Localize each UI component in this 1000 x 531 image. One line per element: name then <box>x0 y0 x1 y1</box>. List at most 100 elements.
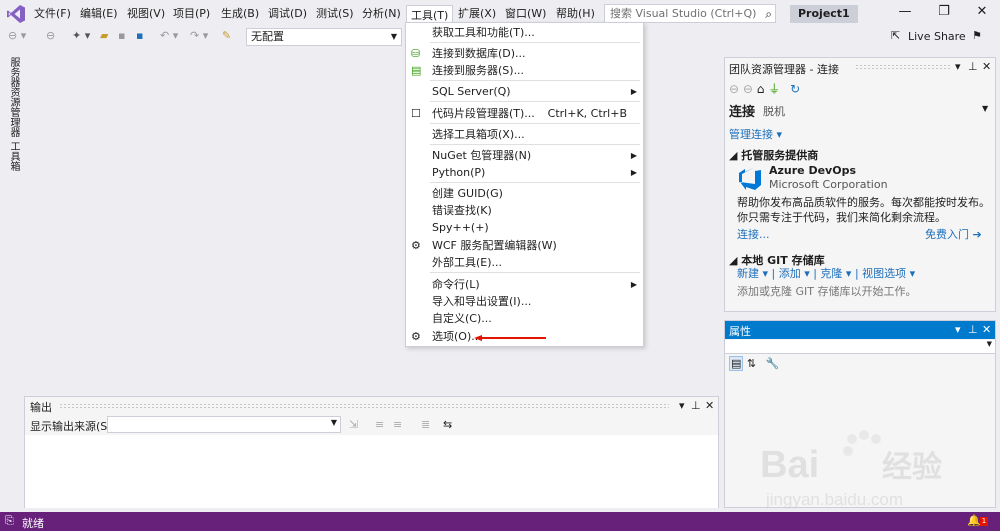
prev-message-icon[interactable]: ≡ <box>375 418 384 431</box>
forward-icon[interactable]: ⊖ <box>46 29 55 42</box>
status-bar: ⎘ 就绪 🔔 1 <box>0 512 1000 531</box>
nav-forward-icon[interactable]: ⊖ <box>743 82 753 96</box>
tools-menu-item-connect-server[interactable]: ▤ 连接到服务器(S)... <box>406 62 643 79</box>
menu-edit[interactable]: 编辑(E) <box>80 6 118 22</box>
menu-item-label: NuGet 包管理器(N) <box>432 149 532 162</box>
save-icon[interactable]: ▪ <box>118 29 125 42</box>
panel-menu-icon[interactable]: ▾ <box>679 399 685 412</box>
nav-back-icon[interactable]: ⊖ <box>729 82 739 96</box>
new-project-icon[interactable]: ✦ ▾ <box>72 29 90 42</box>
baidu-watermark-logo: Bai 经验 jingyan.baidu.com <box>760 430 942 509</box>
word-wrap-icon[interactable]: ⇆ <box>443 418 452 431</box>
server-explorer-tab[interactable]: 服务器资源管理器 <box>6 57 21 137</box>
panel-close-icon[interactable]: ✕ <box>982 323 991 336</box>
tools-menu-item-connect-database[interactable]: ⛁ 连接到数据库(D)... <box>406 45 643 62</box>
close-icon[interactable]: ✕ <box>972 4 992 19</box>
configuration-value: 无配置 <box>251 30 284 43</box>
menu-analyze[interactable]: 分析(N) <box>362 6 401 22</box>
panel-menu-icon[interactable]: ▾ <box>955 323 961 336</box>
next-message-icon[interactable]: ≡ <box>393 418 402 431</box>
save-all-icon[interactable]: ▪ <box>136 29 143 42</box>
tools-menu-item-error-lookup[interactable]: 错误查找(K) <box>406 202 643 219</box>
tools-menu-item-choose-toolbox[interactable]: 选择工具箱项(X)... <box>406 126 643 143</box>
team-explorer-panel: 团队资源管理器 - 连接 ▾ ⊥ ✕ ⊖ ⊖ ⌂ ⏚ ↻ 连接 脱机 ▼ 管理连… <box>724 57 996 312</box>
panel-close-icon[interactable]: ✕ <box>705 399 714 412</box>
tools-menu-item-customize[interactable]: 自定义(C)... <box>406 310 643 327</box>
search-icon[interactable]: ⌕ <box>765 6 772 23</box>
redo-icon[interactable]: ↷ ▾ <box>190 29 208 42</box>
refresh-icon[interactable]: ↻ <box>790 82 800 96</box>
live-share-button[interactable]: Live Share <box>908 30 966 43</box>
checkbox-icon: ☐ <box>411 107 421 120</box>
output-source-dropdown[interactable]: ▼ <box>107 416 341 433</box>
chevron-down-icon[interactable]: ▼ <box>982 104 988 113</box>
share-icon[interactable]: ⇱ <box>891 29 900 42</box>
menu-file[interactable]: 文件(F) <box>34 6 71 22</box>
menu-extensions[interactable]: 扩展(X) <box>458 6 496 22</box>
menu-item-label: 命令行(L) <box>432 278 480 291</box>
pin-icon[interactable]: ⊥ <box>691 399 701 412</box>
pin-icon[interactable]: ⊥ <box>968 323 978 336</box>
home-icon[interactable]: ⌂ <box>757 82 765 96</box>
restore-icon[interactable]: ❐ <box>934 4 954 19</box>
azure-devops-description: 帮助你发布高品质软件的服务。每次都能按时发布。你只需专注于代码，我们来简化剩余流… <box>737 196 990 224</box>
menu-item-label: 创建 GUID(G) <box>432 187 503 200</box>
find-message-icon[interactable]: ⇲ <box>349 418 358 431</box>
tools-menu-dropdown: 获取工具和功能(T)... ⛁ 连接到数据库(D)... ▤ 连接到服务器(S)..… <box>405 22 644 347</box>
menu-item-label: 代码片段管理器(T)... <box>432 107 535 120</box>
open-file-icon[interactable]: ▰ <box>100 29 108 42</box>
panel-grip[interactable] <box>59 403 669 409</box>
tools-menu-item-command-line[interactable]: 命令行(L) ▶ <box>406 276 643 293</box>
menu-test[interactable]: 测试(S) <box>316 6 354 22</box>
toolbox-tab[interactable]: 工具箱 <box>6 141 21 171</box>
tools-menu-item-import-export[interactable]: 导入和导出设置(I)... <box>406 293 643 310</box>
categorized-icon[interactable]: ▤ <box>729 356 744 371</box>
get-started-free-link[interactable]: 免费入门 ➔ <box>925 226 982 242</box>
tools-menu-item-sql-server[interactable]: SQL Server(Q) ▶ <box>406 83 643 100</box>
back-icon[interactable]: ⊖ ▾ <box>8 29 26 42</box>
tools-menu-item-snippets-manager[interactable]: ☐ 代码片段管理器(T)... Ctrl+K, Ctrl+B <box>406 105 643 122</box>
tools-menu-item-external-tools[interactable]: 外部工具(E)... <box>406 254 643 271</box>
find-icon[interactable]: ✎ <box>222 29 231 42</box>
minimize-icon[interactable]: — <box>895 4 915 19</box>
manage-connections-link[interactable]: 管理连接 ▾ <box>729 126 782 142</box>
panel-menu-icon[interactable]: ▾ <box>955 60 961 73</box>
tools-menu-item-python[interactable]: Python(P) ▶ <box>406 164 643 181</box>
undo-icon[interactable]: ↶ ▾ <box>160 29 178 42</box>
plug-icon[interactable]: ⏚ <box>768 82 780 96</box>
azure-devops-name: Azure DevOps <box>769 164 856 177</box>
panel-close-icon[interactable]: ✕ <box>982 60 991 73</box>
submenu-arrow-icon: ▶ <box>630 168 637 177</box>
hosted-services-heading[interactable]: ◢ 托管服务提供商 <box>729 147 818 163</box>
git-actions-links[interactable]: 新建 ▾ | 添加 ▾ | 克隆 ▾ | 视图选项 ▾ <box>737 265 915 281</box>
property-pages-icon[interactable]: 🔧 <box>766 357 780 370</box>
database-icon: ⛁ <box>411 47 421 60</box>
properties-object-dropdown[interactable]: ▼ <box>725 340 995 354</box>
menu-window[interactable]: 窗口(W) <box>505 6 546 22</box>
tools-menu-item-wcf-editor[interactable]: ⚙ WCF 服务配置编辑器(W) <box>406 237 643 254</box>
clear-all-icon[interactable]: ≣ <box>421 418 430 431</box>
menu-build[interactable]: 生成(B) <box>221 6 259 22</box>
panel-grip[interactable] <box>855 64 951 70</box>
menu-project[interactable]: 项目(P) <box>173 6 210 22</box>
azure-connect-link[interactable]: 连接... <box>737 226 770 242</box>
notification-bell-icon[interactable]: 🔔 <box>967 514 981 527</box>
visual-studio-logo-icon[interactable] <box>6 4 26 24</box>
submenu-arrow-icon: ▶ <box>630 87 637 96</box>
menu-item-label: 自定义(C)... <box>432 312 492 325</box>
alphabetical-icon[interactable]: ⇅ <box>747 357 756 370</box>
configuration-dropdown[interactable]: 无配置 ▼ <box>246 28 402 46</box>
feedback-icon[interactable]: ⚑ <box>972 29 982 42</box>
menu-view[interactable]: 视图(V) <box>127 6 165 22</box>
tools-menu-item-create-guid[interactable]: 创建 GUID(G) <box>406 185 643 202</box>
menu-help[interactable]: 帮助(H) <box>556 6 595 22</box>
pin-icon[interactable]: ⊥ <box>968 60 978 73</box>
output-text-area[interactable] <box>25 435 718 508</box>
tools-menu-item-get-tools[interactable]: 获取工具和功能(T)... <box>406 24 643 41</box>
search-input[interactable]: 搜索 Visual Studio (Ctrl+Q) ⌕ <box>604 4 776 23</box>
team-explorer-nav: ⊖ ⊖ ⌂ ⏚ ↻ <box>729 80 800 97</box>
menu-debug[interactable]: 调试(D) <box>268 6 307 22</box>
tools-menu-item-spy[interactable]: Spy++(+) <box>406 219 643 236</box>
menu-item-label: 外部工具(E)... <box>432 256 503 269</box>
tools-menu-item-nuget[interactable]: NuGet 包管理器(N) ▶ <box>406 147 643 164</box>
